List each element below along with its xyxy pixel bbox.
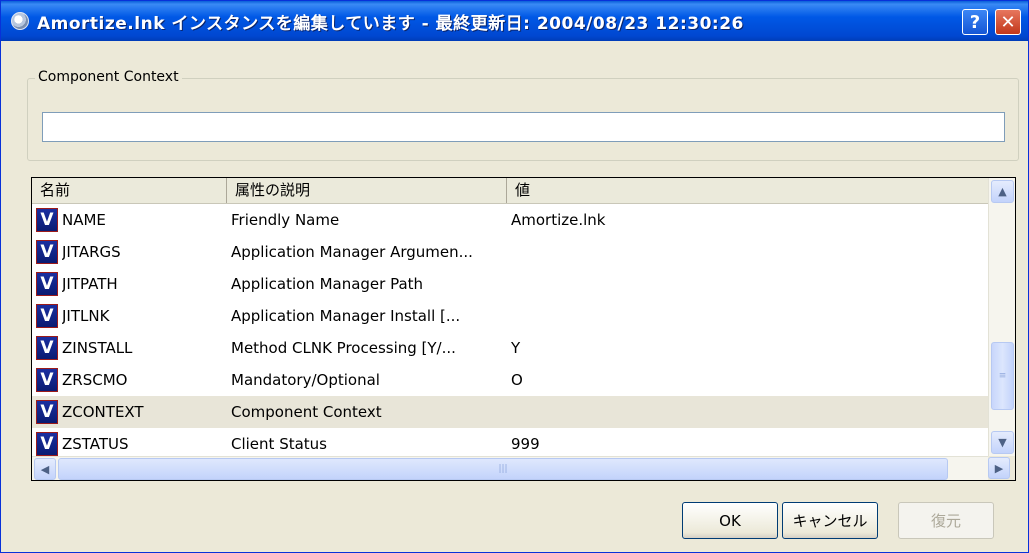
attribute-description: Client Status — [231, 435, 327, 453]
variable-icon: V — [36, 304, 58, 328]
variable-icon: V — [36, 368, 58, 392]
table-row[interactable]: V ZRSCMO Mandatory/Optional O — [32, 364, 988, 396]
scrollbar-corner: ▶ — [988, 456, 1015, 480]
column-header-value[interactable]: 値 — [507, 178, 988, 203]
variable-icon: V — [36, 272, 58, 296]
component-context-label: Component Context — [35, 69, 182, 85]
close-button[interactable]: ✕ — [995, 9, 1021, 35]
column-header-name[interactable]: 名前 — [32, 178, 227, 203]
edit-instance-dialog: Amortize.lnk インスタンスを編集しています - 最終更新日: 200… — [0, 0, 1029, 553]
attribute-name: JITLNK — [62, 307, 110, 325]
attribute-description: Application Manager Argumen... — [231, 243, 473, 261]
attribute-description: Component Context — [231, 403, 382, 421]
attribute-name: NAME — [62, 211, 106, 229]
scroll-right-button[interactable]: ▶ — [988, 457, 1010, 479]
attribute-value: 999 — [511, 435, 540, 453]
variable-icon: V — [36, 240, 58, 264]
attribute-description: Application Manager Path — [231, 275, 424, 293]
chevron-left-icon: ◀ — [40, 462, 50, 476]
cancel-button[interactable]: キャンセル — [782, 502, 878, 539]
attribute-name: JITARGS — [62, 243, 121, 261]
attribute-name: ZRSCMO — [62, 371, 128, 389]
attribute-description: Friendly Name — [231, 211, 340, 229]
scroll-left-button[interactable]: ◀ — [34, 458, 56, 480]
attribute-name: JITPATH — [62, 275, 118, 293]
grip-icon: ≡ — [998, 371, 1007, 381]
horizontal-scrollbar[interactable]: ◀ ||| — [32, 456, 988, 480]
attribute-rows: V NAME Friendly Name Amortize.lnk V JITA… — [32, 204, 988, 460]
attribute-description: Mandatory/Optional — [231, 371, 380, 389]
attribute-value: Y — [511, 339, 521, 357]
table-row[interactable]: V ZINSTALL Method CLNK Processing [Y/...… — [32, 332, 988, 364]
table-row-selected[interactable]: V ZCONTEXT Component Context — [32, 396, 988, 428]
attribute-name: ZINSTALL — [62, 339, 133, 357]
variable-icon: V — [36, 400, 58, 424]
table-row[interactable]: V JITLNK Application Manager Install [..… — [32, 300, 988, 332]
window-title: Amortize.lnk インスタンスを編集しています - 最終更新日: 200… — [37, 13, 744, 34]
grip-icon: ||| — [498, 464, 508, 474]
chevron-right-icon: ▶ — [994, 461, 1004, 475]
attribute-value: O — [511, 371, 523, 389]
attribute-description: Method CLNK Processing [Y/... — [231, 339, 456, 357]
close-icon: ✕ — [1000, 11, 1016, 33]
restore-button[interactable]: 復元 — [898, 502, 994, 539]
vertical-scroll-thumb[interactable]: ≡ — [991, 342, 1014, 410]
help-button[interactable]: ? — [962, 9, 988, 35]
component-context-input[interactable] — [42, 112, 1005, 142]
column-header-row: 名前 属性の説明 値 — [32, 178, 988, 204]
variable-icon: V — [36, 432, 58, 456]
attribute-name: ZSTATUS — [62, 435, 129, 453]
chevron-up-icon: ▲ — [998, 185, 1007, 198]
help-icon: ? — [969, 11, 981, 33]
variable-icon: V — [36, 336, 58, 360]
vertical-scrollbar[interactable]: ▲ ≡ ▼ — [988, 178, 1015, 456]
table-row[interactable]: V JITARGS Application Manager Argumen... — [32, 236, 988, 268]
variable-icon: V — [36, 208, 58, 232]
horizontal-scroll-thumb[interactable]: ||| — [58, 458, 948, 480]
scroll-up-button[interactable]: ▲ — [991, 180, 1014, 203]
app-icon — [11, 12, 29, 30]
ok-button[interactable]: OK — [682, 502, 778, 539]
table-row[interactable]: V NAME Friendly Name Amortize.lnk — [32, 204, 988, 236]
scroll-down-button[interactable]: ▼ — [991, 431, 1014, 454]
chevron-down-icon: ▼ — [998, 436, 1007, 449]
table-row[interactable]: V JITPATH Application Manager Path — [32, 268, 988, 300]
attribute-description: Application Manager Install [... — [231, 307, 461, 325]
attribute-value: Amortize.lnk — [511, 211, 606, 229]
column-header-description[interactable]: 属性の説明 — [227, 178, 507, 203]
title-bar[interactable]: Amortize.lnk インスタンスを編集しています - 最終更新日: 200… — [1, 1, 1028, 41]
attribute-list: 名前 属性の説明 値 V NAME Friendly Name Amortize… — [31, 177, 1016, 481]
attribute-name: ZCONTEXT — [62, 403, 144, 421]
